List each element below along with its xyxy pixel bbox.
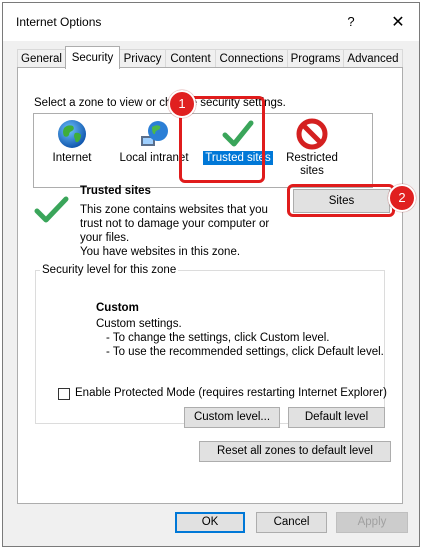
protected-mode-checkbox[interactable] (58, 388, 70, 400)
network-globe-icon (141, 121, 168, 146)
internet-options-window: Internet Options ? ✕ General Security Pr… (2, 2, 420, 547)
level-description: Custom settings. - To change the setting… (96, 317, 384, 359)
zone-description-line: You have websites in this zone. (80, 246, 241, 258)
help-button[interactable]: ? (344, 14, 358, 29)
window-title: Internet Options (16, 15, 102, 29)
level-title: Custom (96, 302, 139, 314)
annotation-badge-2: 2 (388, 184, 416, 212)
checkmark-icon (34, 196, 69, 223)
zone-internet[interactable]: Internet (42, 118, 102, 165)
custom-level-button[interactable]: Custom level... (184, 407, 280, 428)
level-line: - To change the settings, click Custom l… (106, 332, 330, 344)
reset-all-zones-button[interactable]: Reset all zones to default level (199, 441, 391, 462)
prohibited-icon (296, 118, 328, 150)
tab-advanced[interactable]: Advanced (343, 49, 403, 68)
globe-icon (58, 120, 86, 148)
close-button[interactable]: ✕ (389, 12, 407, 32)
annotation-badge-1: 1 (168, 90, 196, 118)
zone-description-line: trust not to damage your computer or (80, 218, 270, 230)
title-bar: Internet Options ? ✕ (3, 3, 419, 41)
default-level-button[interactable]: Default level (288, 407, 385, 428)
zone-description-line: your files. (80, 232, 130, 244)
zone-label-text: Restricted sites (286, 152, 338, 177)
tab-content[interactable]: Content (165, 49, 216, 68)
zone-restricted-sites[interactable]: Restricted sites (274, 118, 350, 179)
annotation-highlight-sites-button (287, 184, 395, 217)
zone-label: Internet (52, 152, 92, 164)
level-line: - To use the recommended settings, click… (106, 346, 384, 358)
tab-connections[interactable]: Connections (215, 49, 288, 68)
tab-privacy[interactable]: Privacy (119, 49, 166, 68)
protected-mode-label: Enable Protected Mode (requires restarti… (75, 387, 387, 399)
ok-button[interactable]: OK (175, 512, 245, 533)
security-level-legend: Security level for this zone (40, 264, 179, 276)
zone-title: Trusted sites (80, 185, 151, 197)
zone-label: Restricted sites (282, 151, 342, 179)
cancel-button[interactable]: Cancel (256, 512, 327, 533)
zone-description: This zone contains websites that you tru… (80, 203, 280, 259)
tab-general[interactable]: General (17, 49, 66, 68)
tab-security[interactable]: Security (65, 46, 120, 69)
level-line: Custom settings. (96, 318, 182, 330)
zone-description-line: This zone contains websites that you (80, 204, 268, 216)
apply-button[interactable]: Apply (336, 512, 408, 533)
tab-programs[interactable]: Programs (287, 49, 344, 68)
